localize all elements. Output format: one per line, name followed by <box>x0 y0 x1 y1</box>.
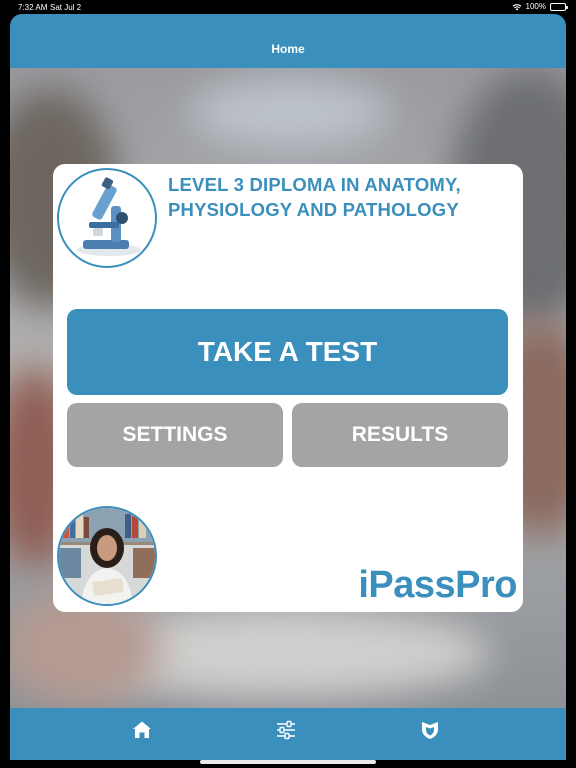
tab-results[interactable] <box>418 718 442 742</box>
take-test-button[interactable]: TAKE A TEST <box>67 309 508 395</box>
student-photo <box>57 506 157 606</box>
battery-percent: 100% <box>525 2 546 11</box>
wifi-icon <box>512 3 521 10</box>
microscope-icon <box>57 168 157 268</box>
main-card: LEVEL 3 DIPLOMA IN ANATOMY, PHYSIOLOGY A… <box>53 164 523 612</box>
app-window: Home LEVEL 3 DIPLOMA IN ANATOMY, PHYSIOL… <box>10 14 566 760</box>
course-heading: LEVEL 3 DIPLOMA IN ANATOMY, PHYSIOLOGY A… <box>168 172 513 222</box>
course-heading-line2: PHYSIOLOGY AND PATHOLOGY <box>168 199 459 220</box>
tab-bar <box>10 708 566 760</box>
battery-icon <box>550 2 568 11</box>
results-button[interactable]: RESULTS <box>292 403 508 467</box>
shield-icon <box>422 722 438 739</box>
home-icon <box>133 721 151 738</box>
navigation-bar: Home <box>10 14 566 68</box>
status-time: 7:32 AM <box>18 3 48 12</box>
status-bar: 7:32 AM Sat Jul 2 100% <box>0 0 576 14</box>
tab-home[interactable] <box>130 718 154 742</box>
settings-button[interactable]: SETTINGS <box>67 403 283 467</box>
status-right: 100% <box>512 2 568 11</box>
page-title: Home <box>271 42 305 56</box>
status-date: Sat Jul 2 <box>50 3 82 12</box>
brand-logo: iPassPro <box>358 564 517 606</box>
course-heading-line1: LEVEL 3 DIPLOMA IN ANATOMY, <box>168 174 461 195</box>
tab-settings[interactable] <box>274 718 298 742</box>
home-indicator[interactable] <box>200 760 376 764</box>
sliders-icon <box>277 720 295 740</box>
